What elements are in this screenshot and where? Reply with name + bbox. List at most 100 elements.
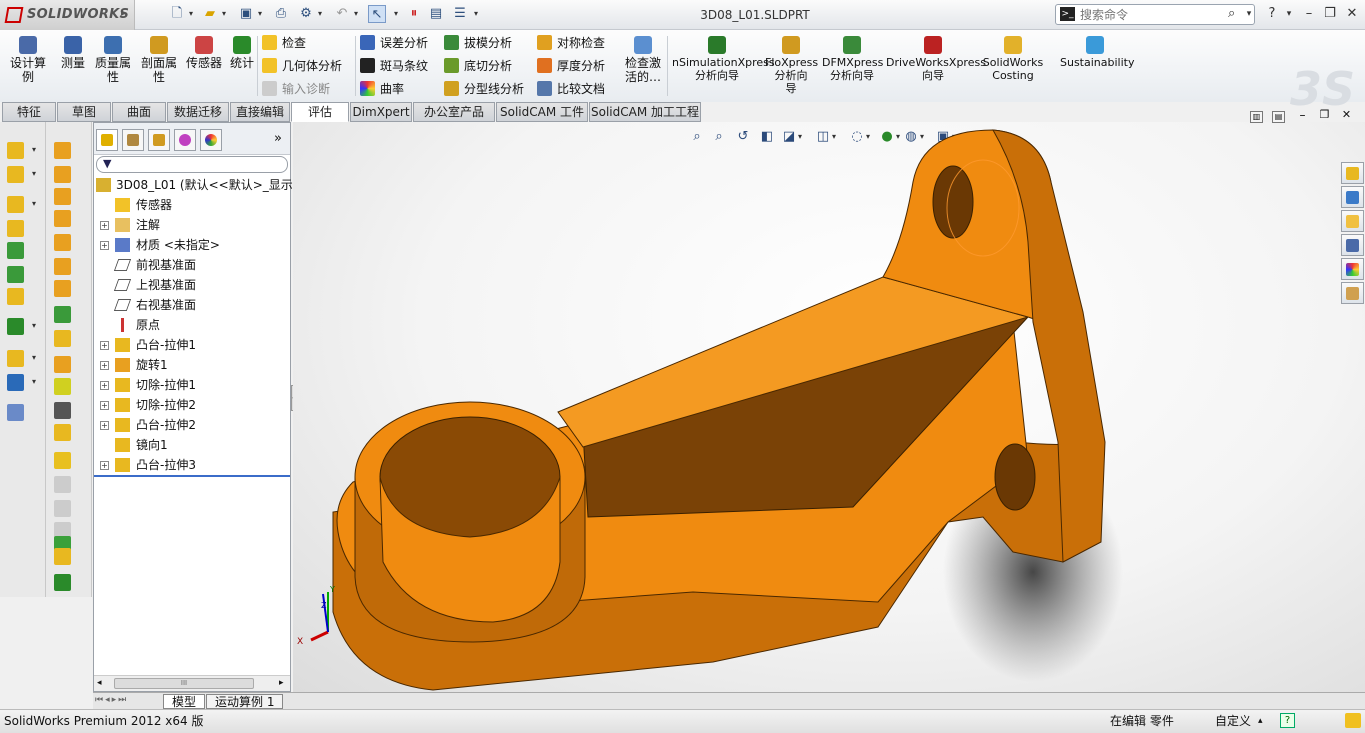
tab-featuremanager[interactable] <box>96 129 118 151</box>
hole-wizard-icon[interactable] <box>7 288 24 305</box>
search-icon[interactable]: ⌕ <box>1228 6 1235 21</box>
design-study-button[interactable]: 设计算 例 <box>6 34 50 84</box>
doc-minimize-icon[interactable]: – <box>1296 109 1309 122</box>
tab-propertymanager[interactable] <box>122 129 144 151</box>
scroll-thumb[interactable]: III <box>114 678 254 689</box>
expand-icon[interactable]: + <box>100 381 109 390</box>
bottom-tab-0[interactable]: 模型 <box>163 694 206 709</box>
curve-through-icon[interactable] <box>54 574 71 591</box>
chevron-down-icon[interactable]: ▾ <box>32 145 36 154</box>
doc-restore-icon[interactable]: ❐ <box>1318 109 1331 122</box>
save-icon[interactable]: ▣ <box>237 5 255 23</box>
tab-7[interactable]: 办公室产品 <box>413 102 495 122</box>
chevron-down-icon[interactable]: ▾ <box>1280 5 1298 23</box>
graphics-area[interactable]: ⌕⌕↺◧◪▾◫▾◌▾●▾◍▾▣▾ <box>293 122 1365 692</box>
expand-icon[interactable]: + <box>100 401 109 410</box>
revolved-boss-icon[interactable] <box>7 166 24 183</box>
custom-properties-tab[interactable] <box>1341 282 1364 304</box>
tree-item[interactable]: + 切除-拉伸1 <box>94 375 290 395</box>
new-document-icon[interactable]: 🗋 <box>168 5 186 23</box>
section-properties-button[interactable]: 剖面属 性 <box>138 34 180 84</box>
select-cursor-icon[interactable]: ↖ <box>368 5 386 23</box>
instant3d-icon[interactable] <box>7 404 24 421</box>
chevron-down-icon[interactable]: ▾ <box>220 5 228 23</box>
wrap-icon[interactable] <box>54 258 71 275</box>
extruded-cut-icon[interactable] <box>7 266 24 283</box>
check-button[interactable]: 检查 <box>262 33 306 53</box>
geometry-analysis-button[interactable]: 几何体分析 <box>262 56 342 76</box>
help-status-icon[interactable]: ? <box>1280 713 1295 728</box>
dfmxpress-button[interactable]: DFMXpress 分析向导 <box>822 34 883 82</box>
deform-icon[interactable] <box>54 356 71 373</box>
tab-6[interactable]: DimXpert <box>350 102 412 122</box>
deviation-analysis-button[interactable]: 误差分析 <box>360 33 428 53</box>
part-model[interactable]: X Z Y <box>293 122 1365 692</box>
tab-0[interactable]: 特征 <box>2 102 56 122</box>
scroll-right-icon[interactable]: ▸ <box>279 678 284 688</box>
tab-dimxpertmanager[interactable] <box>174 129 196 151</box>
chamfer-icon[interactable] <box>54 166 71 183</box>
tree-item[interactable]: 传感器 <box>94 195 290 215</box>
chevron-down-icon[interactable]: ▾ <box>392 5 400 23</box>
import-diagnostics-button[interactable]: 输入诊断 <box>262 79 330 99</box>
compare-documents-button[interactable]: 比较文档 <box>537 79 605 99</box>
measure-button[interactable]: 测量 <box>58 34 88 70</box>
chevron-up-icon[interactable]: ▴ <box>1258 710 1263 732</box>
chevron-down-icon[interactable]: ▾ <box>472 5 480 23</box>
indent-icon[interactable] <box>54 378 71 395</box>
chevron-down-icon[interactable]: ▾ <box>32 377 36 386</box>
tree-item[interactable]: 前视基准面 <box>94 255 290 275</box>
draft-analysis-button[interactable]: 拔模分析 <box>444 33 512 53</box>
file-properties-icon[interactable]: ▤ <box>427 5 445 23</box>
fillet-icon[interactable] <box>54 142 71 159</box>
options-icon[interactable]: ☰ <box>451 5 469 23</box>
curvature-button[interactable]: 曲率 <box>360 79 404 99</box>
tree-item[interactable]: + 切除-拉伸2 <box>94 395 290 415</box>
expand-icon[interactable]: + <box>100 241 109 250</box>
tree-item[interactable]: + 注解 <box>94 215 290 235</box>
tree-item[interactable]: + 材质 <未指定> <box>94 235 290 255</box>
check-active-document-button[interactable]: 检查激 活的… <box>622 34 664 84</box>
tree-item[interactable]: + 旋转1 <box>94 355 290 375</box>
units-selector[interactable]: 自定义 <box>1215 710 1251 732</box>
expand-icon[interactable]: + <box>100 221 109 230</box>
tab-scroll-arrows[interactable]: ⏮◂▸⏭ <box>95 695 128 705</box>
tree-item[interactable]: 上视基准面 <box>94 275 290 295</box>
close-icon[interactable]: ✕ <box>1343 5 1361 23</box>
tree-item[interactable]: + 凸台-拉伸2 <box>94 415 290 435</box>
chevron-down-icon[interactable]: ▾ <box>32 353 36 362</box>
appearances-scenes-tab[interactable] <box>1341 258 1364 280</box>
solidworks-menu-button[interactable]: SOLIDWORKS ▸ <box>0 0 135 30</box>
tab-9[interactable]: SolidCAM 加工工程 <box>589 102 701 122</box>
axis-icon[interactable] <box>54 548 71 565</box>
undercut-analysis-button[interactable]: 底切分析 <box>444 56 512 76</box>
tab-8[interactable]: SolidCAM 工件 <box>496 102 588 122</box>
chevron-down-icon[interactable]: ▾ <box>32 321 36 330</box>
open-folder-icon[interactable]: ▰ <box>201 5 219 23</box>
split-horizontal-icon[interactable]: ▥ <box>1250 111 1263 123</box>
floxpress-button[interactable]: FloXpress 分析向 导 <box>765 34 818 95</box>
options-icon[interactable]: ⚙ <box>297 5 315 23</box>
tree-root[interactable]: 3D08_L01 (默认<<默认>_显示 <box>94 175 293 195</box>
tree-filter[interactable]: ▼ <box>96 156 288 173</box>
doc-close-icon[interactable]: ✕ <box>1340 109 1353 122</box>
boundary-boss-icon[interactable] <box>7 242 24 259</box>
chevron-down-icon[interactable]: ▾ <box>32 169 36 178</box>
tab-5[interactable]: 评估 <box>291 102 349 122</box>
horizontal-scrollbar[interactable]: ◂ III ▸ <box>94 675 290 691</box>
delete-body-icon[interactable] <box>54 500 71 517</box>
expand-icon[interactable]: + <box>100 461 109 470</box>
tab-configurationmanager[interactable] <box>148 129 170 151</box>
chevron-down-icon[interactable]: ▾ <box>187 5 195 23</box>
design-library-tab[interactable] <box>1341 186 1364 208</box>
chevron-down-icon[interactable]: ▾ <box>352 5 360 23</box>
intersect-icon[interactable] <box>54 306 71 323</box>
driveworksxpress-button[interactable]: DriveWorksXpress 向导 <box>886 34 986 82</box>
swept-boss-icon[interactable] <box>7 196 24 213</box>
thickness-analysis-button[interactable]: 厚度分析 <box>537 56 605 76</box>
restore-icon[interactable]: ❐ <box>1321 5 1339 23</box>
split-icon[interactable] <box>54 452 71 469</box>
sensor-button[interactable]: 传感器 <box>184 34 224 70</box>
rebuild-traffic-light-icon[interactable]: ⏸ <box>405 5 423 23</box>
tab-2[interactable]: 曲面 <box>112 102 166 122</box>
